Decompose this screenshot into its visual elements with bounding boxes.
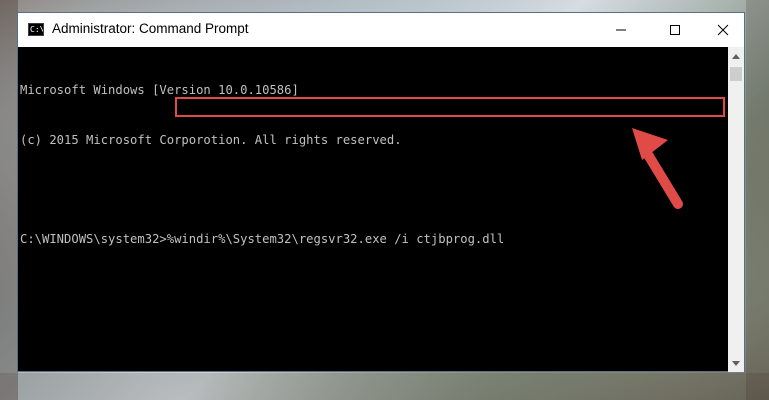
close-icon (717, 24, 729, 36)
maximize-icon (670, 25, 680, 35)
close-button[interactable] (700, 13, 746, 47)
minimize-icon (616, 29, 626, 31)
vertical-scrollbar[interactable] (728, 47, 744, 372)
maximize-button[interactable] (652, 13, 698, 47)
annotation-arrow-icon (632, 128, 683, 209)
scroll-thumb[interactable] (730, 67, 742, 81)
title-bar[interactable]: C:\ Administrator: Command Prompt (18, 13, 744, 47)
chevron-up-icon (732, 53, 740, 59)
console-line-command: C:\WINDOWS\system32>%windir%\System32\re… (20, 231, 505, 246)
scroll-up-button[interactable] (728, 47, 744, 64)
console-output[interactable]: Microsoft Windows [Version 10.0.10586] (… (18, 47, 729, 372)
window-title: Administrator: Command Prompt (52, 21, 249, 36)
minimize-button[interactable] (598, 13, 644, 47)
scroll-down-button[interactable] (728, 355, 744, 372)
command-highlight-box (175, 97, 725, 117)
chevron-down-icon (732, 360, 740, 366)
console-line-copyright: (c) 2015 Microsoft Corporotion. All righ… (20, 132, 402, 147)
cmd-icon: C:\ (28, 23, 44, 36)
